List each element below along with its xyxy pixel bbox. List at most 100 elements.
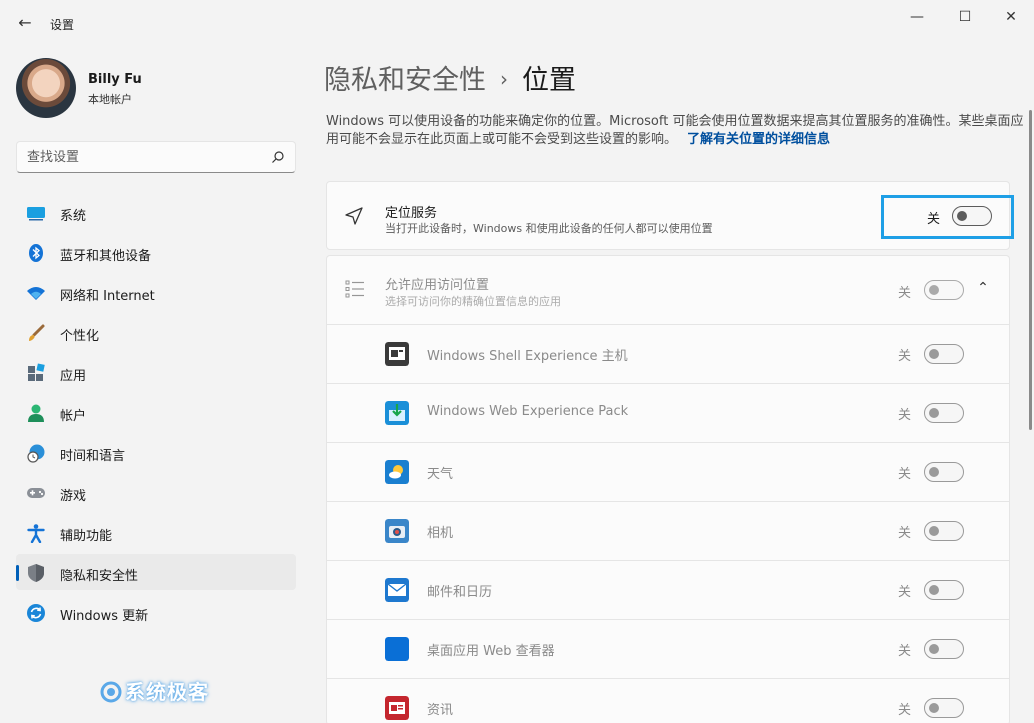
wifi-icon [27, 287, 45, 300]
weather-icon [385, 460, 409, 484]
toggle-state-label: 关 [898, 349, 912, 364]
brush-icon [29, 324, 45, 341]
camera-icon [385, 519, 409, 543]
sidebar-item-label: 帐户 [60, 409, 87, 424]
location-service-subtitle: 当打开此设备时，Windows 和使用此设备的任何人都可以使用位置 [385, 222, 713, 235]
sidebar-nav: 系统 蓝牙和其他设备 网络和 Internet 个性化 应用 帐户 时间和语言 … [16, 194, 296, 634]
app-access-card: 允许应用访问位置 选择可访问你的精确位置信息的应用 关 ⌃ Windows Sh… [326, 255, 1010, 723]
sidebar-item-label: 个性化 [60, 329, 100, 344]
sidebar-item-gaming[interactable]: 游戏 [16, 474, 296, 510]
account-type: 本地帐户 [88, 93, 132, 106]
watermark-text: 系统极客 [125, 680, 209, 704]
app-name: 资讯 [427, 703, 454, 718]
app-row-web-viewer: 桌面应用 Web 查看器 关 [327, 619, 1009, 678]
sidebar-item-apps[interactable]: 应用 [16, 354, 296, 390]
page-description: Windows 可以使用设备的功能来确定你的位置。Microsoft 可能会使用… [326, 113, 1026, 149]
apps-icon [28, 363, 45, 381]
sidebar-item-network[interactable]: 网络和 Internet [16, 274, 296, 310]
location-arrow-icon [345, 207, 363, 225]
learn-more-link[interactable]: 了解有关位置的详细信息 [687, 132, 830, 147]
search-icon[interactable] [271, 150, 285, 164]
globe-clock-icon [27, 444, 45, 463]
app-row-camera: 相机 关 [327, 501, 1009, 560]
sidebar-item-time-language[interactable]: 时间和语言 [16, 434, 296, 470]
news-icon [385, 696, 409, 720]
app-name: 桌面应用 Web 查看器 [427, 644, 555, 659]
watermark-logo-icon [100, 681, 122, 703]
app-name: Windows Web Experience Pack [427, 404, 629, 419]
app-title: 设置 [50, 18, 75, 32]
toggle-knob [929, 285, 939, 295]
app-toggle[interactable] [924, 462, 964, 482]
minimize-button[interactable]: — [902, 6, 932, 28]
sidebar-item-personalization[interactable]: 个性化 [16, 314, 296, 350]
sidebar-item-privacy-security[interactable]: 隐私和安全性 [16, 554, 296, 590]
sidebar-item-label: 时间和语言 [60, 449, 126, 464]
scrollbar[interactable] [1029, 110, 1032, 430]
highlight-box [881, 195, 1014, 239]
toggle-knob [929, 349, 939, 359]
toggle-state-label: 关 [898, 526, 912, 541]
toggle-knob [929, 526, 939, 536]
sidebar-item-label: 游戏 [60, 489, 87, 504]
toggle-knob [929, 585, 939, 595]
chevron-up-icon[interactable]: ⌃ [973, 278, 993, 298]
gamepad-icon [27, 488, 45, 498]
sidebar-item-label: 网络和 Internet [60, 289, 155, 304]
toggle-state-label: 关 [898, 286, 912, 301]
user-name: Billy Fu [88, 72, 142, 87]
toggle-state-label: 关 [898, 467, 912, 482]
sidebar-item-accounts[interactable]: 帐户 [16, 394, 296, 430]
app-name: 邮件和日历 [427, 585, 493, 600]
mail-icon [385, 578, 409, 602]
sidebar-item-label: 应用 [60, 369, 87, 384]
app-access-subtitle: 选择可访问你的精确位置信息的应用 [385, 295, 561, 308]
app-row-web-experience: Windows Web Experience Pack 关 [327, 383, 1009, 442]
system-icon [27, 207, 45, 221]
search-box[interactable] [16, 141, 296, 173]
sidebar-item-label: Windows 更新 [60, 609, 149, 624]
maximize-button[interactable]: ☐ [950, 6, 980, 28]
app-access-toggle[interactable] [924, 280, 964, 300]
title-bar: ← 设置 — ☐ ✕ [0, 0, 1034, 46]
web-viewer-icon [385, 637, 409, 661]
toggle-state-label: 关 [898, 585, 912, 600]
toggle-knob [929, 408, 939, 418]
close-button[interactable]: ✕ [996, 6, 1026, 28]
sidebar-item-bluetooth[interactable]: 蓝牙和其他设备 [16, 234, 296, 270]
sidebar-item-label: 隐私和安全性 [60, 569, 139, 584]
breadcrumb-separator: › [500, 67, 508, 91]
description-text: Windows 可以使用设备的功能来确定你的位置。Microsoft 可能会使用… [326, 114, 1024, 147]
app-name: 天气 [427, 467, 454, 482]
sidebar-item-label: 辅助功能 [60, 529, 113, 544]
sidebar-item-system[interactable]: 系统 [16, 194, 296, 230]
app-toggle[interactable] [924, 344, 964, 364]
app-row-mail-calendar: 邮件和日历 关 [327, 560, 1009, 619]
breadcrumb-parent[interactable]: 隐私和安全性 [324, 65, 486, 96]
app-row-weather: 天气 关 [327, 442, 1009, 501]
app-row-news: 资讯 关 [327, 678, 1009, 723]
app-toggle[interactable] [924, 698, 964, 718]
person-icon [28, 404, 44, 422]
avatar [16, 58, 76, 118]
app-toggle[interactable] [924, 639, 964, 659]
breadcrumb-current: 位置 [522, 65, 576, 96]
app-toggle[interactable] [924, 403, 964, 423]
toggle-state-label: 关 [898, 703, 912, 718]
search-input[interactable] [27, 148, 267, 166]
update-icon [27, 604, 45, 622]
toggle-state-label: 关 [898, 408, 912, 423]
shell-experience-icon [385, 342, 409, 366]
watermark: 系统极客 [100, 676, 209, 705]
app-toggle[interactable] [924, 580, 964, 600]
sidebar-item-windows-update[interactable]: Windows 更新 [16, 594, 296, 630]
page-title: 隐私和安全性 › 位置 [324, 58, 576, 97]
app-toggle[interactable] [924, 521, 964, 541]
back-button[interactable]: ← [14, 12, 36, 34]
sidebar-item-label: 系统 [60, 209, 87, 224]
app-access-title: 允许应用访问位置 [385, 278, 490, 293]
sidebar-item-accessibility[interactable]: 辅助功能 [16, 514, 296, 550]
web-experience-icon [385, 401, 409, 425]
shield-icon [28, 564, 44, 582]
app-name: Windows Shell Experience 主机 [427, 349, 628, 364]
